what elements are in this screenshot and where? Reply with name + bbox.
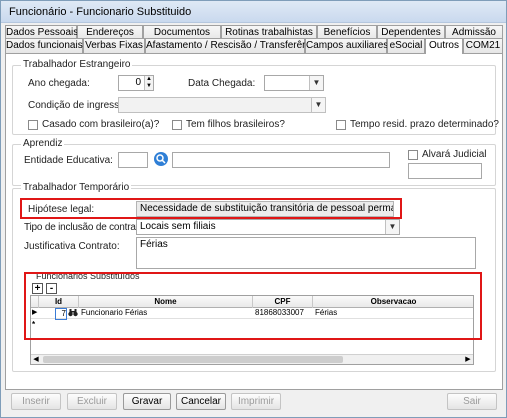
column-id[interactable]: Id bbox=[39, 296, 79, 308]
row-cpf[interactable]: 81868033007 bbox=[255, 308, 304, 318]
delete-button[interactable]: Excluir bbox=[67, 393, 117, 410]
foreign-worker-title: Trabalhador Estrangeiro bbox=[21, 59, 133, 70]
scrollbar-thumb[interactable] bbox=[43, 356, 343, 363]
tab-dados-funcionais[interactable]: Dados funcionais bbox=[5, 38, 83, 53]
married-brazilian-label: Casado com brasileiro(a)? bbox=[42, 119, 160, 130]
column-cpf[interactable]: CPF bbox=[253, 296, 313, 308]
substituted-title: Funcionários Substituídos bbox=[36, 271, 140, 281]
arrival-date-label: Data Chegada: bbox=[188, 78, 256, 89]
justification-textarea[interactable]: Férias bbox=[136, 237, 476, 269]
brazilian-children-label: Tem filhos brasileiros? bbox=[186, 119, 285, 130]
table-row[interactable]: ▶ 7 Funcionario Férias 81868033007 Féria… bbox=[31, 308, 473, 320]
entity-label: Entidade Educativa: bbox=[24, 155, 113, 166]
married-brazilian-checkbox[interactable] bbox=[28, 120, 38, 130]
grid-header: Id Nome CPF Observacao bbox=[31, 296, 473, 308]
chevron-down-icon[interactable]: ▼ bbox=[309, 76, 323, 90]
judicial-permit-input[interactable] bbox=[408, 163, 482, 179]
tab-outros[interactable]: Outros bbox=[425, 38, 463, 54]
row-id[interactable]: 7 bbox=[55, 308, 67, 320]
apprentice-title: Aprendiz bbox=[21, 138, 65, 149]
chevron-down-icon[interactable]: ▼ bbox=[311, 98, 325, 112]
arrival-date-input[interactable]: ▼ bbox=[264, 75, 324, 91]
fixed-term-label: Tempo resid. prazo determinado? bbox=[350, 119, 499, 130]
tab-esocial[interactable]: eSocial bbox=[387, 38, 425, 53]
window-title: Funcionário - Funcionario Substituido bbox=[1, 1, 506, 23]
legal-hypothesis-value: Necessidade de substituição transitória … bbox=[140, 203, 394, 214]
entry-condition-label: Condição de ingresso: bbox=[28, 100, 128, 111]
inclusion-type-value: Locais sem filiais bbox=[140, 221, 216, 232]
entity-code-input[interactable] bbox=[118, 152, 148, 168]
arrival-year-label: Ano chegada: bbox=[28, 78, 90, 89]
judicial-permit-label: Alvará Judicial bbox=[422, 149, 487, 160]
inclusion-type-select[interactable]: Locais sem filiais ▼ bbox=[136, 219, 400, 235]
insert-button[interactable]: Inserir bbox=[11, 393, 61, 410]
legal-hypothesis-label: Hipótese legal: bbox=[28, 204, 95, 215]
inclusion-type-label: Tipo de inclusão de contrato: bbox=[24, 222, 147, 233]
outros-panel: Trabalhador Estrangeiro Ano chegada: 0 ▲… bbox=[5, 53, 503, 390]
arrival-year-spinner[interactable]: ▲ ▼ bbox=[144, 76, 153, 90]
brazilian-children-checkbox[interactable] bbox=[172, 120, 182, 130]
fixed-term-checkbox[interactable] bbox=[336, 120, 346, 130]
tab-campos-auxiliares[interactable]: Campos auxiliares bbox=[305, 38, 388, 53]
column-name[interactable]: Nome bbox=[79, 296, 253, 308]
entity-name-input[interactable] bbox=[172, 152, 390, 168]
entry-condition-select[interactable]: ▼ bbox=[118, 97, 326, 113]
chevron-down-icon[interactable]: ▼ bbox=[385, 220, 399, 234]
scroll-right-icon[interactable]: ▶ bbox=[463, 355, 473, 364]
exit-button[interactable]: Sair bbox=[447, 393, 497, 410]
temporary-worker-title: Trabalhador Temporário bbox=[21, 182, 132, 193]
substituted-grid: Id Nome CPF Observacao ▶ 7 Funcionario F… bbox=[30, 295, 474, 365]
new-row[interactable]: * bbox=[31, 320, 473, 331]
tab-row-2: Dados funcionais Verbas Fixas Afastament… bbox=[5, 38, 503, 54]
binoculars-icon[interactable] bbox=[68, 308, 78, 320]
grid-corner bbox=[31, 296, 39, 308]
scroll-left-icon[interactable]: ◀ bbox=[31, 355, 41, 364]
cancel-button[interactable]: Cancelar bbox=[176, 393, 226, 410]
remove-row-button[interactable]: - bbox=[46, 283, 57, 294]
justification-value: Férias bbox=[140, 239, 168, 250]
row-pointer-icon: ▶ bbox=[32, 309, 38, 316]
row-observacao[interactable]: Férias bbox=[315, 308, 337, 318]
legal-hypothesis-field[interactable]: Necessidade de substituição transitória … bbox=[136, 201, 394, 217]
tab-verbas-fixas[interactable]: Verbas Fixas bbox=[83, 38, 145, 53]
search-icon[interactable] bbox=[154, 152, 168, 166]
add-row-button[interactable]: + bbox=[32, 283, 43, 294]
row-name[interactable]: Funcionario Férias bbox=[81, 308, 147, 318]
grid-horizontal-scrollbar[interactable]: ◀ ▶ bbox=[31, 354, 473, 364]
tab-afastamento[interactable]: Afastamento / Rescisão / Transferência bbox=[145, 38, 321, 53]
arrival-year-value: 0 bbox=[135, 77, 141, 88]
arrival-year-input[interactable]: 0 ▲ ▼ bbox=[118, 75, 154, 91]
tab-com21[interactable]: COM21 bbox=[463, 38, 503, 53]
new-row-marker: * bbox=[32, 320, 36, 329]
print-button[interactable]: Imprimir bbox=[231, 393, 281, 410]
employee-window: Funcionário - Funcionario Substituido Da… bbox=[0, 0, 507, 418]
judicial-permit-checkbox[interactable] bbox=[408, 150, 418, 160]
justification-label: Justificativa Contrato: bbox=[24, 241, 120, 252]
column-observacao[interactable]: Observacao bbox=[313, 296, 473, 308]
save-button[interactable]: Gravar bbox=[123, 393, 171, 410]
